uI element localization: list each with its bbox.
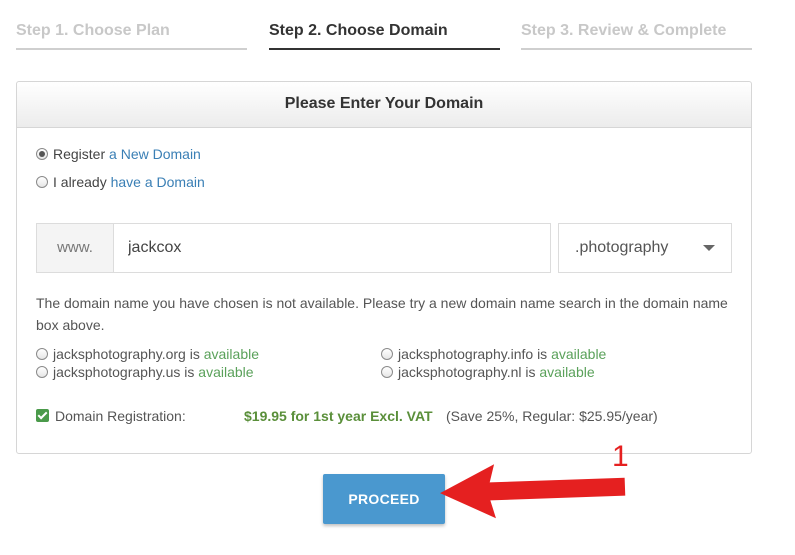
suggestion-status: available (539, 364, 595, 380)
step-review-complete[interactable]: Step 3. Review & Complete (521, 22, 752, 50)
suggestion-status: available (551, 346, 607, 362)
radio-register[interactable] (36, 148, 48, 160)
registration-label: Domain Registration: (55, 408, 186, 424)
suggestion-item[interactable]: jacksphotography.us is available (36, 364, 254, 380)
domain-name-input[interactable] (114, 224, 550, 272)
suggestion-is: is (184, 364, 195, 380)
step-label: Step 2. Choose Domain (269, 22, 448, 39)
suggestion-domain: jacksphotography.info (398, 346, 534, 362)
www-prefix: www. (37, 224, 114, 272)
step-bar (269, 48, 500, 50)
option-link[interactable]: a New Domain (109, 146, 201, 162)
suggestion-domain: jacksphotography.nl (398, 364, 522, 380)
suggestion-item[interactable]: jacksphotography.nl is available (381, 364, 595, 380)
step-choose-plan[interactable]: Step 1. Choose Plan (16, 22, 247, 50)
suggestion-is: is (537, 346, 548, 362)
suggestion-domain: jacksphotography.org (53, 346, 186, 362)
registration-savings: (Save 25%, Regular: $25.95/year) (446, 408, 658, 424)
radio-existing[interactable] (36, 176, 48, 188)
step-bar (521, 48, 752, 50)
tld-select[interactable]: .photography (558, 223, 732, 273)
step-label: Step 1. Choose Plan (16, 22, 170, 39)
option-link[interactable]: have a Domain (111, 174, 205, 190)
registration-price: $19.95 for 1st year Excl. VAT (244, 408, 433, 424)
radio-suggestion[interactable] (36, 348, 48, 360)
option-existing-domain[interactable]: I already have a Domain (36, 174, 205, 190)
step-choose-domain[interactable]: Step 2. Choose Domain (269, 22, 500, 50)
radio-suggestion[interactable] (36, 366, 48, 378)
suggestion-item[interactable]: jacksphotography.org is available (36, 346, 259, 362)
suggestion-status: available (198, 364, 254, 380)
option-label: I already (53, 174, 107, 190)
tld-selected: .photography (575, 239, 669, 256)
suggestion-domain: jacksphotography.us (53, 364, 181, 380)
domain-input-group: www. (36, 223, 551, 273)
suggestion-is: is (189, 346, 200, 362)
option-register-new-domain[interactable]: Register a New Domain (36, 146, 201, 162)
step-label: Step 3. Review & Complete (521, 22, 727, 39)
chevron-down-icon (703, 245, 715, 251)
step-bar (16, 48, 247, 50)
panel-title: Please Enter Your Domain (17, 82, 751, 128)
red-arrow-icon (440, 464, 626, 519)
domain-panel: Please Enter Your Domain Register a New … (16, 81, 752, 454)
registration-checkbox[interactable] (36, 409, 49, 422)
option-label: Register (53, 146, 106, 162)
suggestion-is: is (525, 364, 536, 380)
domain-registration-row: Domain Registration: $19.95 for 1st year… (36, 408, 736, 424)
suggestion-item[interactable]: jacksphotography.info is available (381, 346, 606, 362)
step-progress: Step 1. Choose Plan Step 2. Choose Domai… (16, 0, 752, 52)
radio-suggestion[interactable] (381, 366, 393, 378)
radio-suggestion[interactable] (381, 348, 393, 360)
unavailable-message: The domain name you have chosen is not a… (36, 295, 728, 333)
proceed-button[interactable]: PROCEED (323, 474, 445, 524)
suggestion-status: available (203, 346, 259, 362)
